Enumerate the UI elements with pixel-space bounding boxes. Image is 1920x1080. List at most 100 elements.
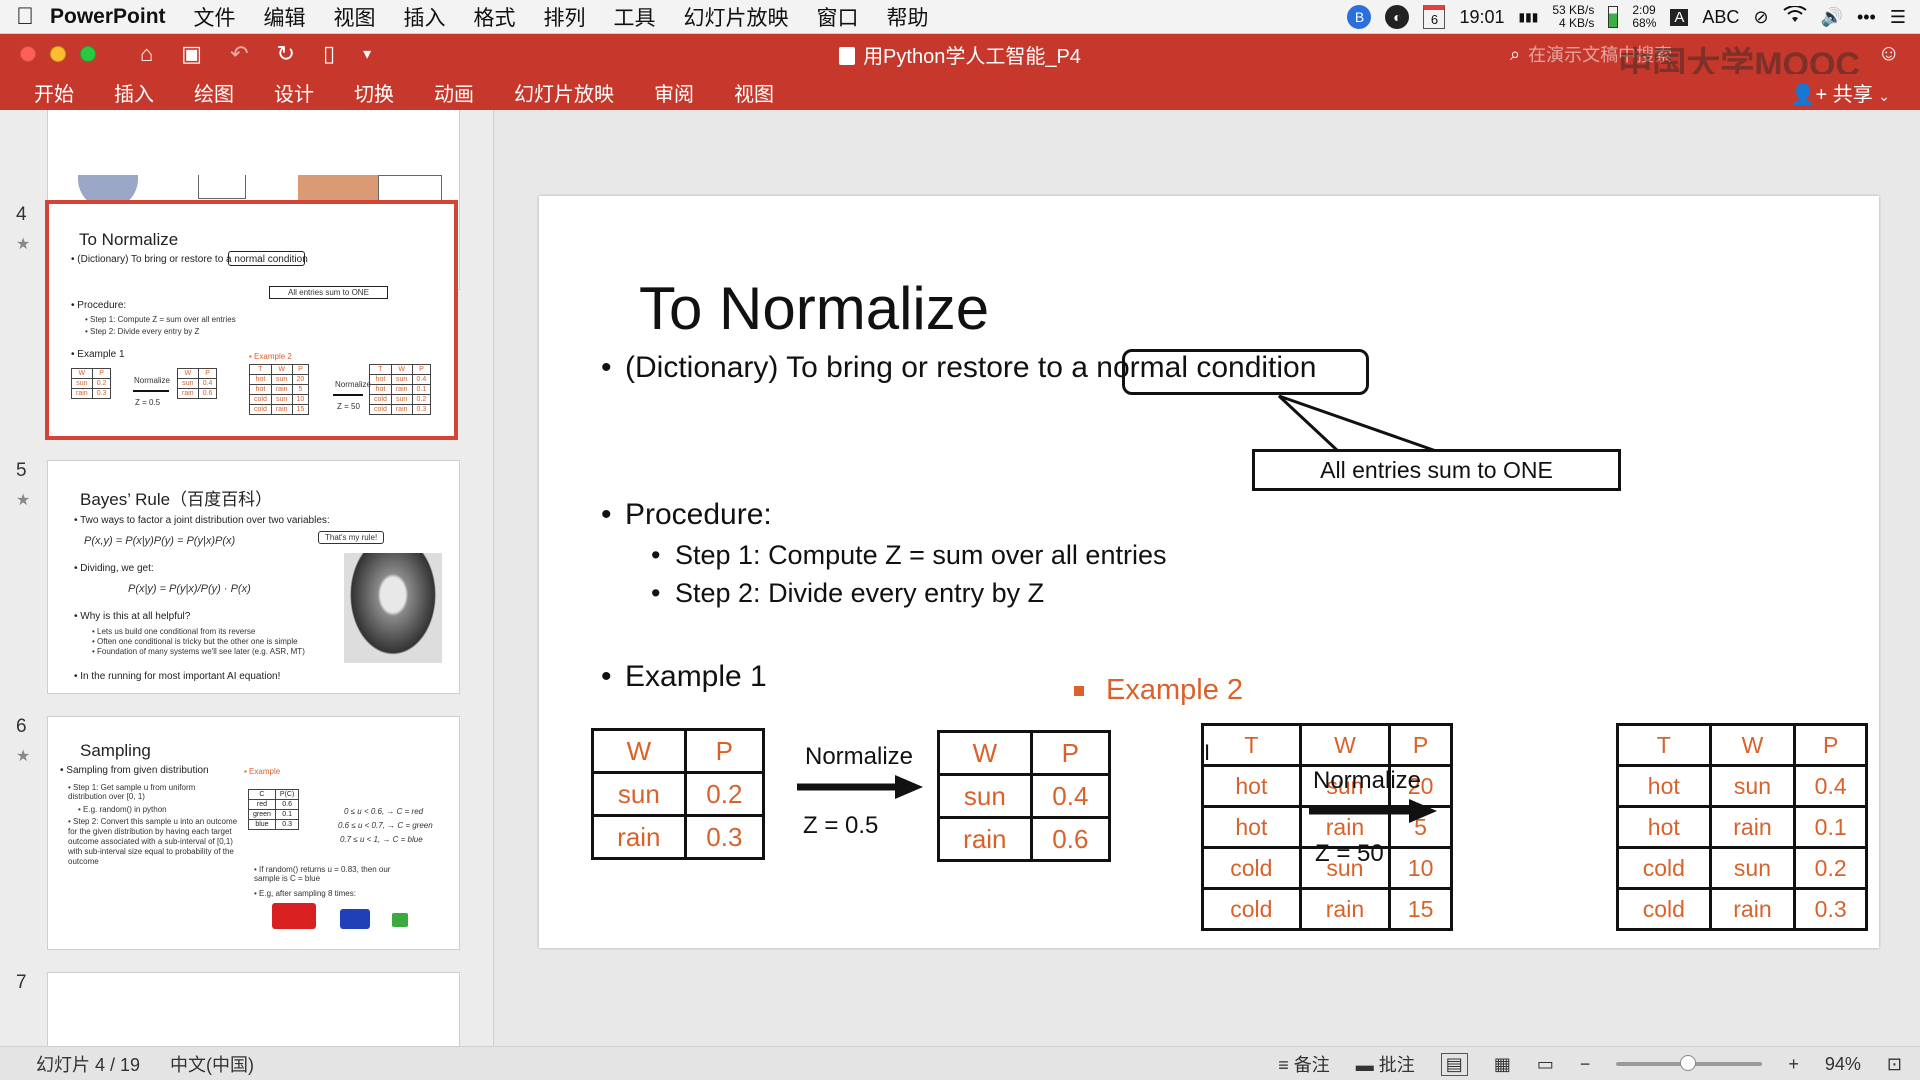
save-icon[interactable]: ▣	[181, 41, 202, 67]
vpn-icon[interactable]: ⊘	[1753, 7, 1768, 28]
clock-text[interactable]: 19:01	[1459, 7, 1504, 28]
thumb-highlight-box	[228, 251, 305, 266]
zoom-slider-knob[interactable]	[1680, 1055, 1697, 1071]
zoom-out-icon[interactable]: −	[1580, 1054, 1591, 1075]
slide-thumbnail-6[interactable]: Sampling • Sampling from given distribut…	[47, 716, 460, 950]
slide-sorter-icon[interactable]: ▦	[1494, 1054, 1511, 1075]
tab-view[interactable]: 视图	[734, 78, 774, 107]
menu-file[interactable]: 文件	[194, 2, 236, 32]
example-2-bullet[interactable]: Example 2	[1074, 674, 1243, 707]
home-icon[interactable]: ⌂	[140, 41, 153, 67]
zoom-in-icon[interactable]: +	[1788, 1054, 1799, 1075]
slide-thumbnail-4[interactable]: To Normalize • (Dictionary) To bring or …	[45, 200, 458, 440]
procedure-text: Procedure:	[625, 498, 772, 531]
redo-icon[interactable]: ↻	[277, 41, 295, 67]
zoom-level[interactable]: 94%	[1825, 1054, 1861, 1075]
thumb-cell: red	[248, 799, 276, 810]
thumb-cell: 0.6	[274, 799, 300, 810]
more-icon[interactable]: •••	[1857, 7, 1876, 28]
menu-window[interactable]: 窗口	[817, 2, 859, 32]
network-speed: 53 KB/s 4 KB/s	[1552, 4, 1594, 30]
menu-edit[interactable]: 编辑	[264, 2, 306, 32]
menu-view[interactable]: 视图	[334, 2, 376, 32]
step-2[interactable]: • Step 2: Divide every entry by Z	[651, 578, 1044, 609]
battery-info: 2:09 68%	[1632, 4, 1656, 30]
notes-button[interactable]: ≡ 备注	[1278, 1051, 1330, 1077]
tab-insert[interactable]: 插入	[114, 78, 154, 107]
zoom-slider[interactable]	[1616, 1055, 1763, 1071]
tab-animations[interactable]: 动画	[434, 78, 474, 107]
app-menu[interactable]: PowerPoint	[50, 5, 166, 29]
reading-view-icon[interactable]: ▭	[1537, 1054, 1554, 1075]
slide-editing-canvas[interactable]: To Normalize • (Dictionary) To bring or r…	[495, 110, 1920, 1046]
calendar-icon[interactable]: 6	[1423, 5, 1446, 29]
close-window-button[interactable]	[20, 46, 36, 62]
tab-draw[interactable]: 绘图	[194, 78, 234, 107]
example-1-input-table[interactable]: WP sun 0.2 rain 0.3	[591, 728, 766, 860]
chevron-down-icon: ⌄	[1878, 88, 1890, 104]
tab-slideshow[interactable]: 幻灯片放映	[514, 78, 614, 107]
volume-icon[interactable]: 🔊	[1821, 7, 1843, 28]
wifi-icon[interactable]	[1782, 4, 1807, 29]
status-bar: 幻灯片 4 / 19 中文(中国) ≡ 备注 ▬ 批注 ▤ ▦ ▭ − + 94…	[0, 1046, 1920, 1080]
menu-help[interactable]: 帮助	[887, 2, 929, 32]
menu-format[interactable]: 格式	[474, 2, 516, 32]
example-2-output-table[interactable]: TWP hot sun 0.4 hot rain 0.1 cold sun 0.2 cold…	[1616, 723, 1868, 931]
thumb-callout: All entries sum to ONE	[269, 286, 388, 299]
example-1-bullet[interactable]: • Example 1	[601, 660, 767, 694]
apple-icon[interactable]: 	[0, 3, 50, 31]
language-indicator[interactable]: 中文(中国)	[170, 1051, 254, 1077]
menu-tools[interactable]: 工具	[614, 2, 656, 32]
slide-thumbnail-pane[interactable]: 4 ★ To Normalize • (Dictionary) To bring…	[0, 110, 494, 1046]
slide-indicator: 幻灯片 4 / 19	[36, 1054, 141, 1075]
highlight-rounded-box[interactable]	[1122, 349, 1369, 395]
thumb-condition: 0 ≤ u < 0.6, → C = red	[344, 807, 424, 816]
comments-button[interactable]: ▬ 批注	[1356, 1051, 1415, 1077]
table-cell: rain	[937, 816, 1033, 862]
procedure-bullet[interactable]: • Procedure:	[601, 498, 772, 532]
feedback-smiley-icon[interactable]: ☺	[1878, 40, 1900, 66]
fit-to-window-icon[interactable]: ⊡	[1887, 1054, 1902, 1075]
undo-icon[interactable]: ↶	[230, 41, 248, 67]
star-icon: ★	[16, 492, 31, 509]
customize-toolbar-icon[interactable]: ▾	[363, 44, 371, 64]
menu-slideshow[interactable]: 幻灯片放映	[684, 2, 789, 32]
menu-arrange[interactable]: 排列	[544, 2, 586, 32]
slide-thumbnail-5[interactable]: Bayes’ Rule（百度百科） • Two ways to factor a…	[47, 460, 460, 694]
battery-icon[interactable]	[1608, 6, 1619, 28]
slide-title[interactable]: To Normalize	[639, 274, 989, 343]
thumbnail-shape	[198, 175, 246, 199]
share-button[interactable]: 👤+ 共享 ⌄	[1791, 78, 1890, 107]
thumb-table: C P(C) red 0.6 green 0.1 blue 0.3	[248, 789, 300, 830]
document-title-text: 用Python学人工智能_P4	[863, 45, 1081, 68]
table-cell: cold	[1616, 887, 1712, 931]
minimize-window-button[interactable]	[50, 46, 66, 62]
bluetooth-icon[interactable]: B	[1347, 5, 1372, 29]
step-1[interactable]: • Step 1: Compute Z = sum over all entrie…	[651, 540, 1166, 571]
tab-design[interactable]: 设计	[274, 78, 314, 107]
zoom-window-button[interactable]	[80, 46, 96, 62]
tab-home[interactable]: 开始	[34, 78, 74, 107]
input-source-icon[interactable]: A	[1670, 8, 1689, 26]
current-slide[interactable]: To Normalize • (Dictionary) To bring or r…	[539, 196, 1879, 948]
example-2-input-table[interactable]: TWP hot sun 20 hot rain 5 cold sun 10 cold rain…	[1201, 723, 1453, 931]
thumb-step: • Step 1: Get sample u from uniform dist…	[68, 783, 196, 801]
slide-thumbnail-7[interactable]	[47, 972, 460, 1046]
horizontal-scrollbar[interactable]	[495, 1036, 1920, 1042]
tab-transitions[interactable]: 切换	[354, 78, 394, 107]
thumb-bullet: • Dividing, we get:	[74, 563, 154, 574]
normal-view-icon[interactable]: ▤	[1440, 1052, 1468, 1076]
table-cell: 0.6	[1029, 816, 1112, 862]
table-cell: sun	[591, 771, 687, 817]
menu-insert[interactable]: 插入	[404, 2, 446, 32]
table-header: T	[1616, 723, 1712, 767]
callout-box[interactable]: All entries sum to ONE	[1252, 449, 1621, 491]
new-document-icon[interactable]: ▯	[323, 41, 335, 67]
bullet-dot: •	[601, 660, 612, 693]
example-1-output-table[interactable]: WP sun 0.4 rain 0.6	[937, 730, 1112, 862]
ppt-file-icon	[839, 46, 856, 65]
app-status-icon[interactable]: ◐	[1385, 5, 1410, 29]
tab-review[interactable]: 审阅	[654, 78, 694, 107]
input-method-label[interactable]: ABC	[1702, 7, 1739, 28]
control-center-icon[interactable]: ☰	[1890, 7, 1906, 28]
